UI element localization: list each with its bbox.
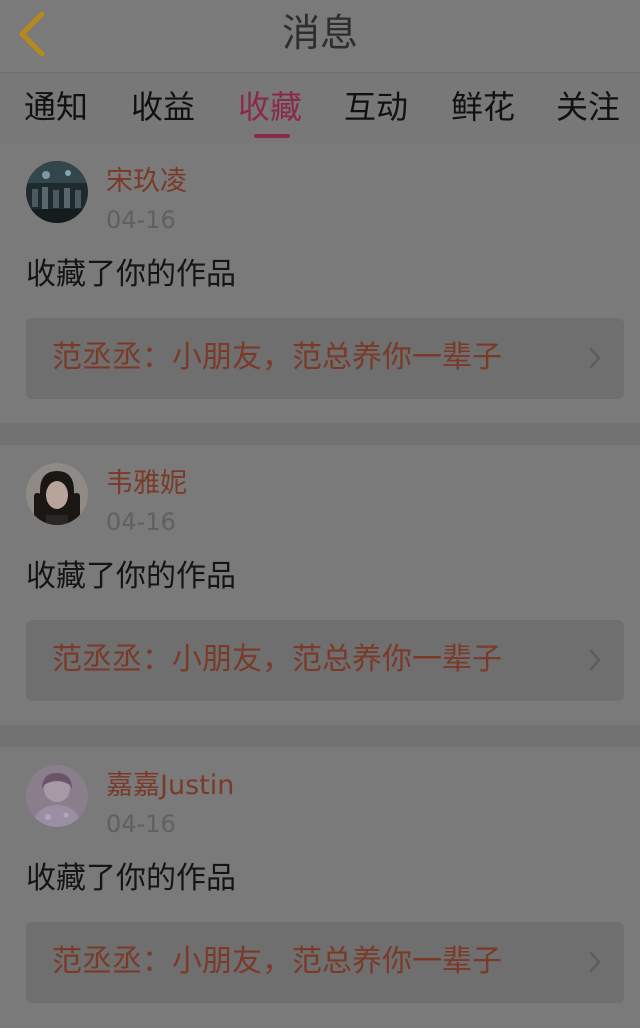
tab-bar: 通知 收益 收藏 互动 鲜花 关注 [0,73,640,143]
page-title: 消息 [281,11,358,55]
action-text: 收藏了你的作品 [26,257,236,292]
tab-earnings[interactable]: 收益 [131,87,195,127]
message-date: 04-16 [106,810,176,838]
username[interactable]: 宋玖凌 [106,165,187,199]
username[interactable]: 韦雅妮 [106,467,187,501]
message-item: 宋玖凌 04-16 收藏了你的作品 范丞丞：小朋友，范总养你一辈子 [0,143,640,423]
work-title: 范丞丞：小朋友，范总养你一辈子 [52,340,502,375]
message-date: 04-16 [106,206,176,234]
tab-favorites[interactable]: 收藏 [238,87,302,127]
tab-interactions[interactable]: 互动 [344,87,408,127]
messages-page: 消息 通知 收益 收藏 互动 鲜花 关注 宋玖凌 04-16 收藏了你的作品 范… [0,0,640,1028]
action-text: 收藏了你的作品 [26,559,236,594]
username[interactable]: 嘉嘉Justin [106,769,234,803]
tab-notifications[interactable]: 通知 [24,87,88,127]
avatar[interactable] [26,161,88,223]
chevron-right-icon [589,649,601,671]
chevron-right-icon [589,951,601,973]
avatar[interactable] [26,765,88,827]
work-title: 范丞丞：小朋友，范总养你一辈子 [52,642,502,677]
action-text: 收藏了你的作品 [26,861,236,896]
work-title: 范丞丞：小朋友，范总养你一辈子 [52,944,502,979]
work-link[interactable]: 范丞丞：小朋友，范总养你一辈子 [26,922,624,1003]
tab-follows[interactable]: 关注 [556,87,620,127]
chevron-right-icon [589,347,601,369]
work-link[interactable]: 范丞丞：小朋友，范总养你一辈子 [26,318,624,399]
top-nav-bar: 消息 [0,0,640,73]
work-link[interactable]: 范丞丞：小朋友，范总养你一辈子 [26,620,624,701]
avatar[interactable] [26,463,88,525]
divider [0,725,640,747]
message-item: 嘉嘉Justin 04-16 收藏了你的作品 范丞丞：小朋友，范总养你一辈子 [0,747,640,1027]
tab-flowers[interactable]: 鲜花 [451,87,515,127]
message-date: 04-16 [106,508,176,536]
divider [0,423,640,445]
active-tab-indicator [254,134,290,138]
message-item: 韦雅妮 04-16 收藏了你的作品 范丞丞：小朋友，范总养你一辈子 [0,445,640,725]
